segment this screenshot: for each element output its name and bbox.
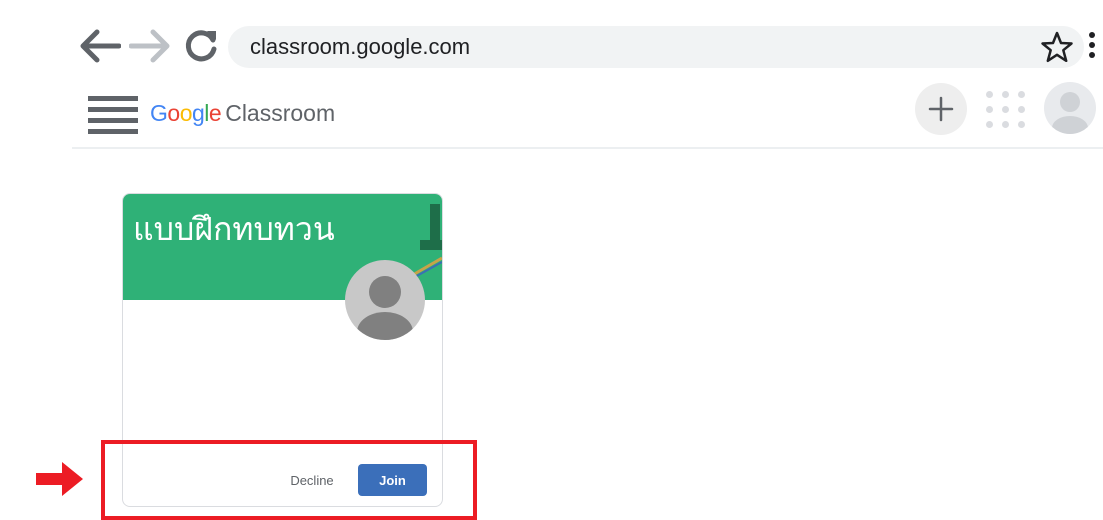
apps-grid-icon[interactable] [986,91,1026,131]
hamburger-menu-icon[interactable] [88,96,138,134]
reload-icon[interactable] [180,26,222,66]
account-avatar-icon[interactable] [1044,82,1096,134]
class-title[interactable]: แบบฝึกทบทวน [133,204,335,255]
red-arrow-icon [36,460,84,498]
plus-icon[interactable] [915,83,967,135]
forward-arrow-icon[interactable] [128,26,174,66]
teacher-avatar-icon [345,260,425,340]
header-divider [72,147,1103,149]
menu-dots-icon[interactable] [1086,32,1098,64]
brand-product: Classroom [225,100,336,126]
brand-google: Google [150,100,222,126]
star-icon[interactable] [1040,30,1074,64]
back-arrow-icon[interactable] [76,26,122,66]
app-logo[interactable]: Google Classroom [150,100,335,127]
highlight-box [101,440,477,520]
url-text: classroom.google.com [250,34,471,59]
address-bar[interactable]: classroom.google.com [228,26,1084,68]
